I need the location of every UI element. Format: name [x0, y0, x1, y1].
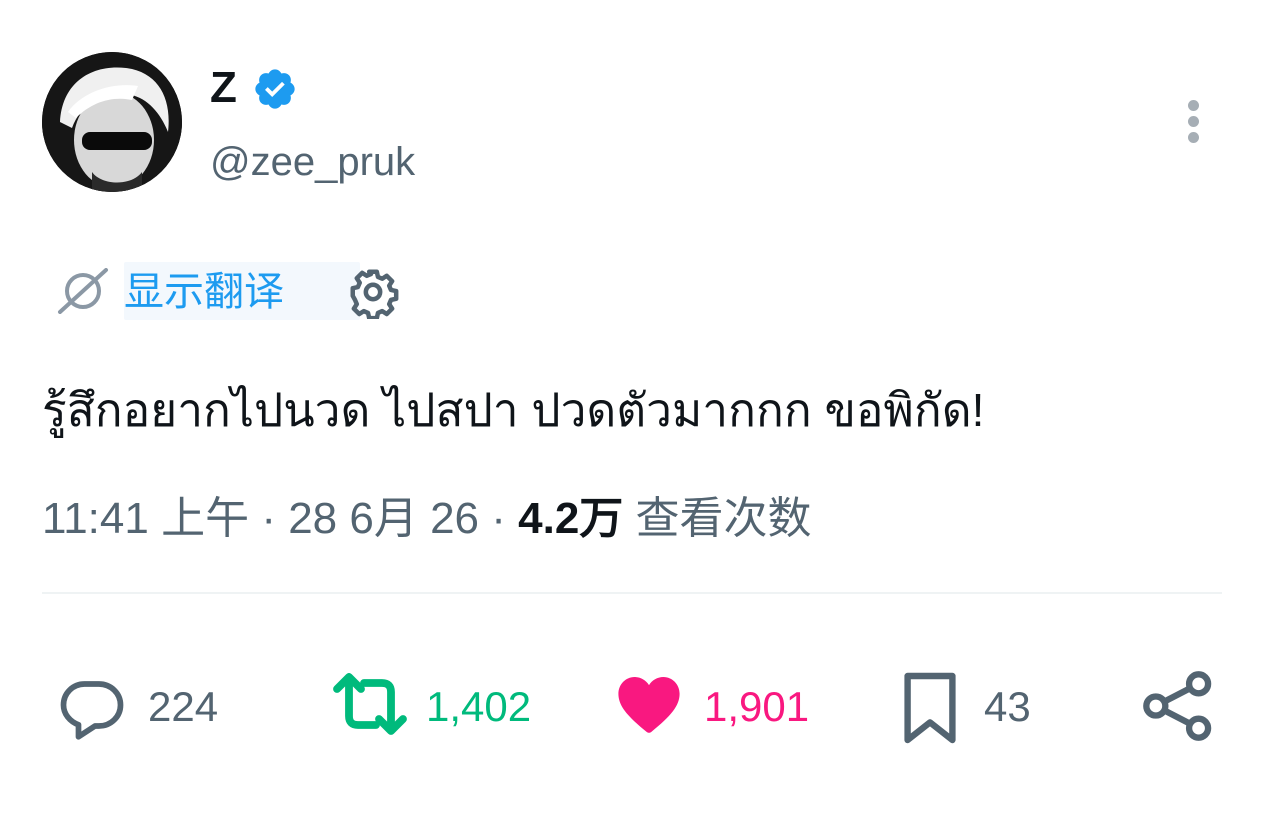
avatar-image: [42, 52, 182, 192]
like-count: 1,901: [704, 683, 810, 730]
show-translation-link[interactable]: 显示翻译: [124, 262, 360, 320]
meta-separator: ·: [261, 494, 276, 543]
reply-count: 224: [148, 683, 219, 730]
tweet-meta: 11:41 上午 · 28 6月 26 · 4.2万 查看次数: [42, 492, 812, 546]
heart-icon: [618, 677, 680, 733]
views-label[interactable]: 查看次数: [636, 494, 812, 543]
show-translation-label: 显示翻译: [124, 270, 284, 314]
display-name[interactable]: Z: [210, 62, 237, 114]
more-dot-icon: [1188, 132, 1199, 143]
more-options-button[interactable]: [1176, 96, 1212, 148]
share-icon: [1143, 671, 1212, 741]
bookmark-icon: [904, 672, 956, 744]
verified-badge-icon: [255, 69, 295, 109]
avatar[interactable]: [42, 52, 182, 192]
retweet-icon: [333, 673, 407, 735]
translate-icon: [58, 268, 108, 314]
reply-icon: [60, 681, 124, 740]
more-dot-icon: [1188, 116, 1199, 127]
tweet-text: รู้สึกอยากไปนวด ไปสปา ปวดตัวมากกก ขอพิกั…: [42, 384, 985, 436]
tweet-date[interactable]: 28 6月 26: [288, 494, 479, 543]
more-dot-icon: [1188, 100, 1199, 111]
divider: [42, 592, 1222, 594]
retweet-count: 1,402: [426, 683, 532, 730]
bookmark-count: 43: [984, 683, 1031, 730]
views-count: 4.2万: [518, 494, 624, 543]
tweet-time[interactable]: 11:41 上午: [42, 494, 249, 543]
author-handle[interactable]: @zee_pruk: [210, 138, 415, 186]
gear-icon[interactable]: [346, 265, 400, 319]
meta-separator: ·: [491, 494, 506, 543]
